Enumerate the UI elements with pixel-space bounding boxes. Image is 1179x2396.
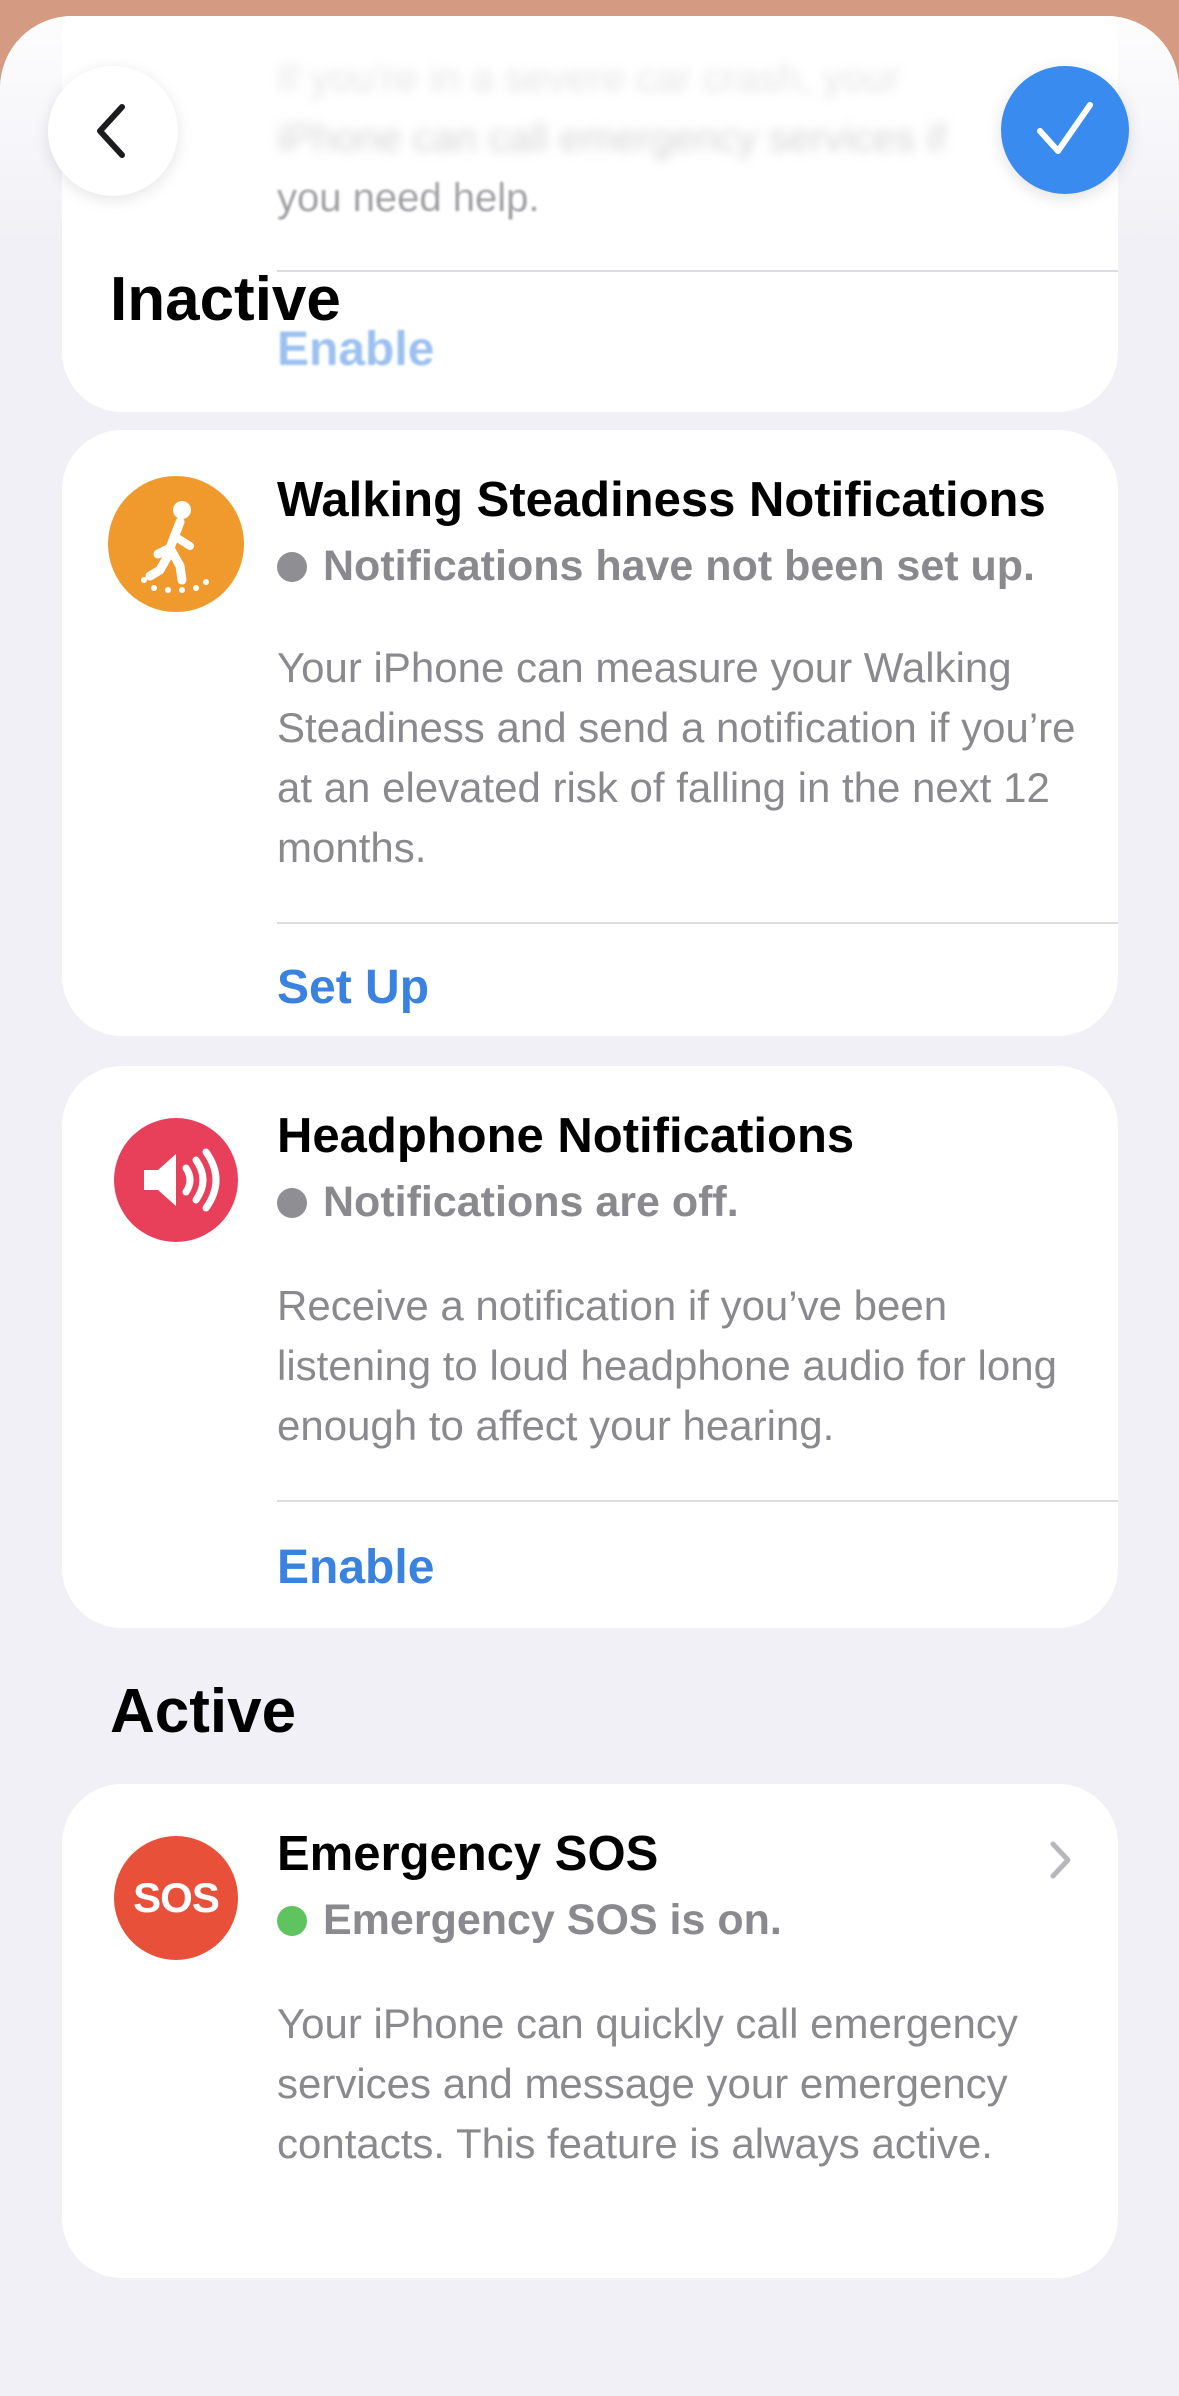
walking-status: Notifications have not been set up. — [277, 542, 1035, 591]
divider — [277, 1500, 1118, 1502]
headphone-enable-button[interactable]: Enable — [277, 1540, 434, 1595]
emergency-sos-card[interactable]: SOS Emergency SOS Emergency SOS is on. Y… — [62, 1784, 1118, 2278]
headphone-description: Receive a notification if you’ve been li… — [277, 1282, 1057, 1449]
sos-status-text: Emergency SOS is on. — [323, 1896, 782, 1944]
inactive-heading: Inactive — [110, 265, 341, 334]
status-dot-green — [277, 1905, 307, 1936]
blurred-description-line: iPhone can call emergency services if — [277, 116, 947, 160]
speaker-icon — [114, 1118, 238, 1242]
divider — [277, 922, 1118, 924]
chevron-left-icon — [97, 104, 125, 158]
sos-badge-text: SOS — [133, 1874, 220, 1921]
divider — [277, 270, 1118, 272]
sos-status: Emergency SOS is on. — [277, 1896, 782, 1945]
headphone-title: Headphone Notifications — [277, 1109, 855, 1163]
chevron-right-icon[interactable] — [1048, 1840, 1074, 1885]
walking-set-up-button[interactable]: Set Up — [277, 960, 429, 1015]
blurred-description-line: you need help. — [277, 176, 540, 220]
walking-title: Walking Steadiness Notifications — [277, 473, 1046, 527]
sos-title: Emergency SOS — [277, 1827, 659, 1881]
crash-detection-card: If you're in a severe car crash, your iP… — [62, 16, 1118, 412]
walking-description: Your iPhone can measure your Walking Ste… — [277, 644, 1076, 871]
headphone-status-text: Notifications are off. — [323, 1178, 739, 1226]
headphone-notifications-card: Headphone Notifications Notifications ar… — [62, 1066, 1118, 1628]
status-dot-gray — [277, 551, 307, 582]
walking-figure-icon — [108, 476, 244, 612]
sos-badge-icon: SOS — [114, 1836, 238, 1960]
back-button[interactable] — [48, 66, 178, 196]
done-button[interactable] — [1001, 66, 1129, 194]
sos-description: Your iPhone can quickly call emergency s… — [277, 2000, 1018, 2167]
status-dot-gray — [277, 1187, 307, 1218]
headphone-status: Notifications are off. — [277, 1178, 739, 1227]
walking-steadiness-card: Walking Steadiness Notifications Notific… — [62, 430, 1118, 1036]
checkmark-icon — [1037, 102, 1093, 154]
blurred-description-line: If you're in a severe car crash, your — [277, 56, 901, 100]
walking-status-text: Notifications have not been set up. — [323, 542, 1035, 590]
active-heading: Active — [110, 1677, 297, 1746]
sheet: If you're in a severe car crash, your iP… — [0, 16, 1179, 2396]
